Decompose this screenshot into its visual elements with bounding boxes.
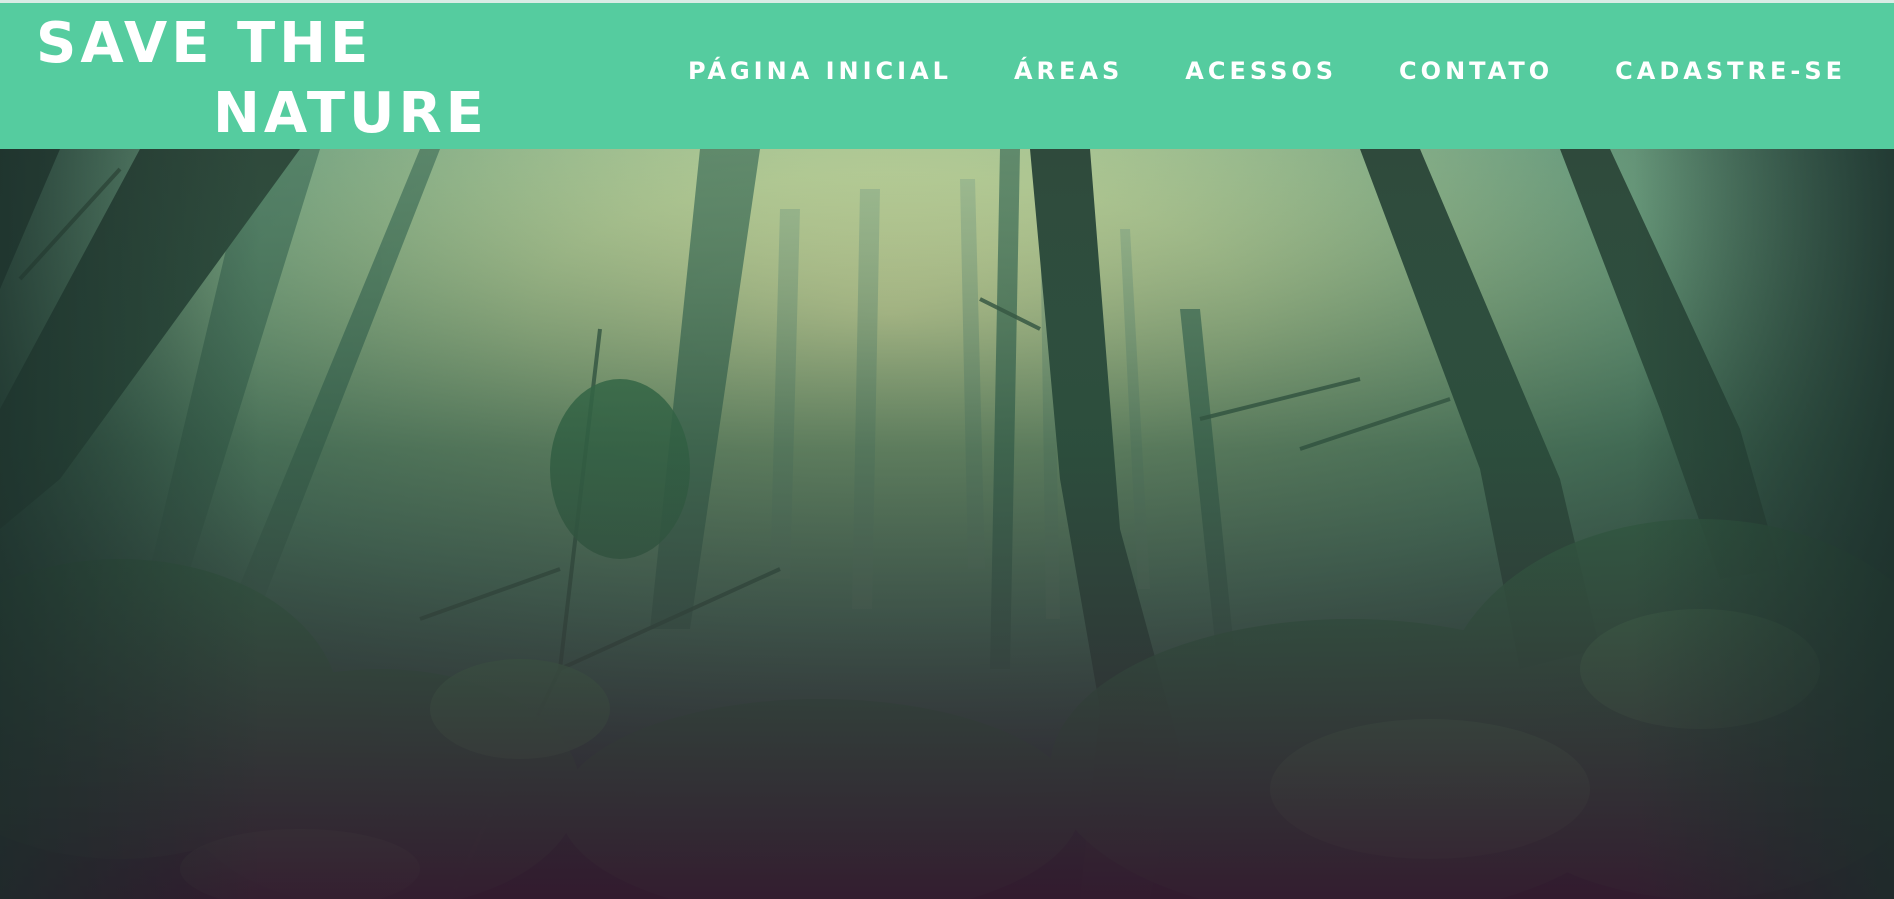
hero-forest-image bbox=[0, 149, 1894, 899]
main-nav: PÁGINA INICIAL ÁREAS ACESSOS CONTATO CAD… bbox=[626, 53, 1846, 89]
site-logo[interactable]: SAVE THE NATURE bbox=[36, 9, 496, 149]
nav-access[interactable]: ACESSOS bbox=[1185, 57, 1337, 85]
nav-signup[interactable]: CADASTRE-SE bbox=[1615, 57, 1846, 85]
nav-contact[interactable]: CONTATO bbox=[1399, 57, 1553, 85]
nav-areas[interactable]: ÁREAS bbox=[1014, 57, 1123, 85]
logo-line-1: SAVE THE bbox=[36, 11, 373, 76]
nav-home[interactable]: PÁGINA INICIAL bbox=[688, 57, 952, 85]
forest-illustration bbox=[0, 149, 1894, 899]
site-header: SAVE THE NATURE PÁGINA INICIAL ÁREAS ACE… bbox=[0, 3, 1894, 149]
logo-line-2: NATURE bbox=[213, 81, 488, 146]
